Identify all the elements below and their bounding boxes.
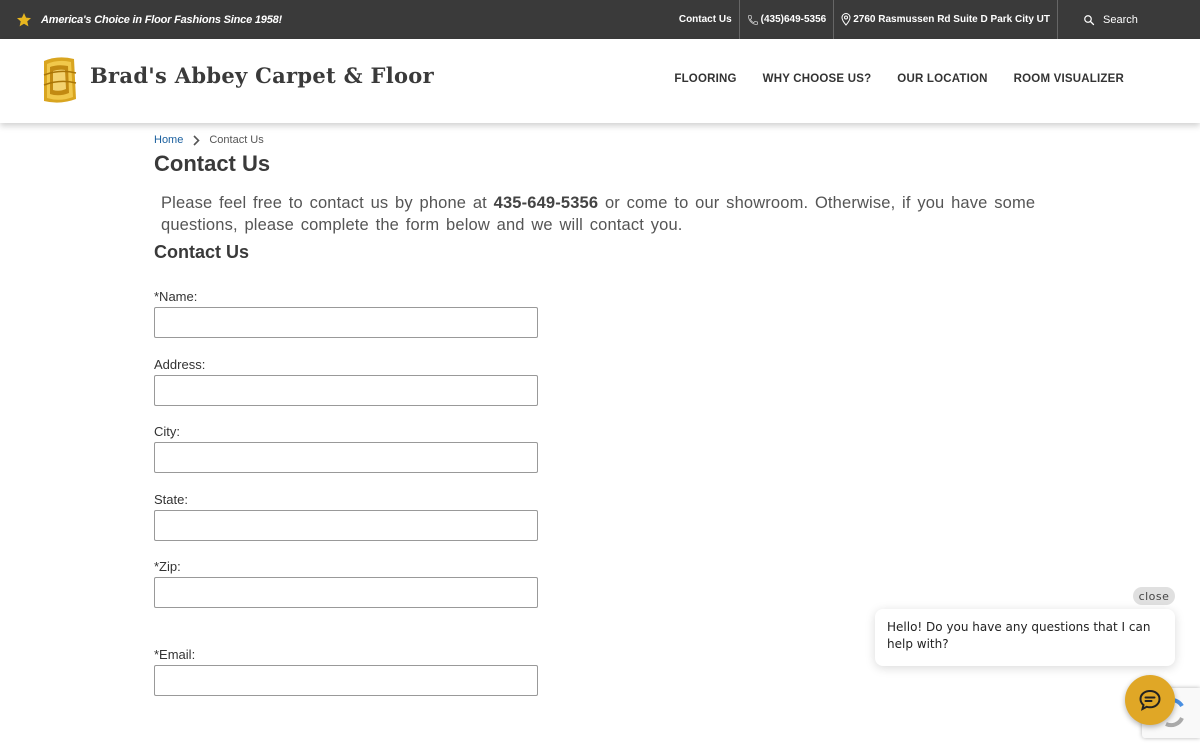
intro-phone-link[interactable]: 435-649-5356 xyxy=(494,194,599,212)
chat-open-button[interactable] xyxy=(1125,675,1175,725)
breadcrumb-home[interactable]: Home xyxy=(154,134,183,146)
search-label: Search xyxy=(1103,13,1138,26)
state-label: State: xyxy=(154,492,188,507)
tagline-text: America's Choice in Floor Fashions Since… xyxy=(41,13,282,26)
intro-text: Please feel free to contact us by phone … xyxy=(161,192,1051,236)
chat-icon xyxy=(1139,689,1161,711)
city-label: City: xyxy=(154,424,180,439)
page-title: Contact Us xyxy=(154,151,271,176)
tagline: America's Choice in Floor Fashions Since… xyxy=(16,0,282,39)
top-links: Contact Us (435)649-5356 2760 Rasmussen … xyxy=(672,0,1200,39)
address-field[interactable] xyxy=(154,375,538,406)
nav-item-flooring[interactable]: FLOORING xyxy=(674,73,736,85)
chat-close-button[interactable]: close xyxy=(1133,587,1175,605)
brand-name[interactable]: Brad's Abbey Carpet & Floor xyxy=(90,63,434,88)
chat-message-bubble[interactable]: Hello! Do you have any questions that I … xyxy=(875,609,1175,666)
city-field[interactable] xyxy=(154,442,538,473)
email-field[interactable] xyxy=(154,665,538,696)
top-address-link[interactable]: 2760 Rasmussen Rd Suite D Park City UT xyxy=(834,0,1058,39)
top-contact-link[interactable]: Contact Us xyxy=(672,0,740,39)
nav-item-room-visualizer[interactable]: ROOM VISUALIZER xyxy=(1014,73,1124,85)
search-icon xyxy=(1084,14,1095,25)
site-header: Brad's Abbey Carpet & Floor FLOORING WHY… xyxy=(0,39,1200,123)
form-title: Contact Us xyxy=(154,242,250,262)
nav-item-our-location[interactable]: OUR LOCATION xyxy=(897,73,987,85)
star-icon xyxy=(17,12,31,26)
email-label: *Email: xyxy=(154,647,196,662)
logo-icon[interactable] xyxy=(38,55,80,105)
nav-item-why-choose-us[interactable]: WHY CHOOSE US? xyxy=(763,73,872,85)
map-pin-icon xyxy=(841,13,851,26)
name-label: *Name: xyxy=(154,289,198,304)
top-phone-link[interactable]: (435)649-5356 xyxy=(740,0,835,39)
phone-icon xyxy=(747,14,758,25)
top-address-text: 2760 Rasmussen Rd Suite D Park City UT xyxy=(853,14,1050,25)
chevron-right-icon xyxy=(193,134,200,146)
name-field[interactable] xyxy=(154,307,538,338)
zip-label: *Zip: xyxy=(154,559,181,574)
intro-before: Please feel free to contact us by phone … xyxy=(161,194,494,212)
main-nav: FLOORING WHY CHOOSE US? OUR LOCATION ROO… xyxy=(674,73,1124,85)
search-button[interactable]: Search xyxy=(1058,0,1200,39)
state-field[interactable] xyxy=(154,510,538,541)
breadcrumb-current: Contact Us xyxy=(209,134,264,146)
top-phone-text: (435)649-5356 xyxy=(760,14,827,25)
address-label: Address: xyxy=(154,357,206,372)
breadcrumb: Home Contact Us xyxy=(154,134,264,146)
zip-field[interactable] xyxy=(154,577,538,608)
top-bar: America's Choice in Floor Fashions Since… xyxy=(0,0,1200,39)
